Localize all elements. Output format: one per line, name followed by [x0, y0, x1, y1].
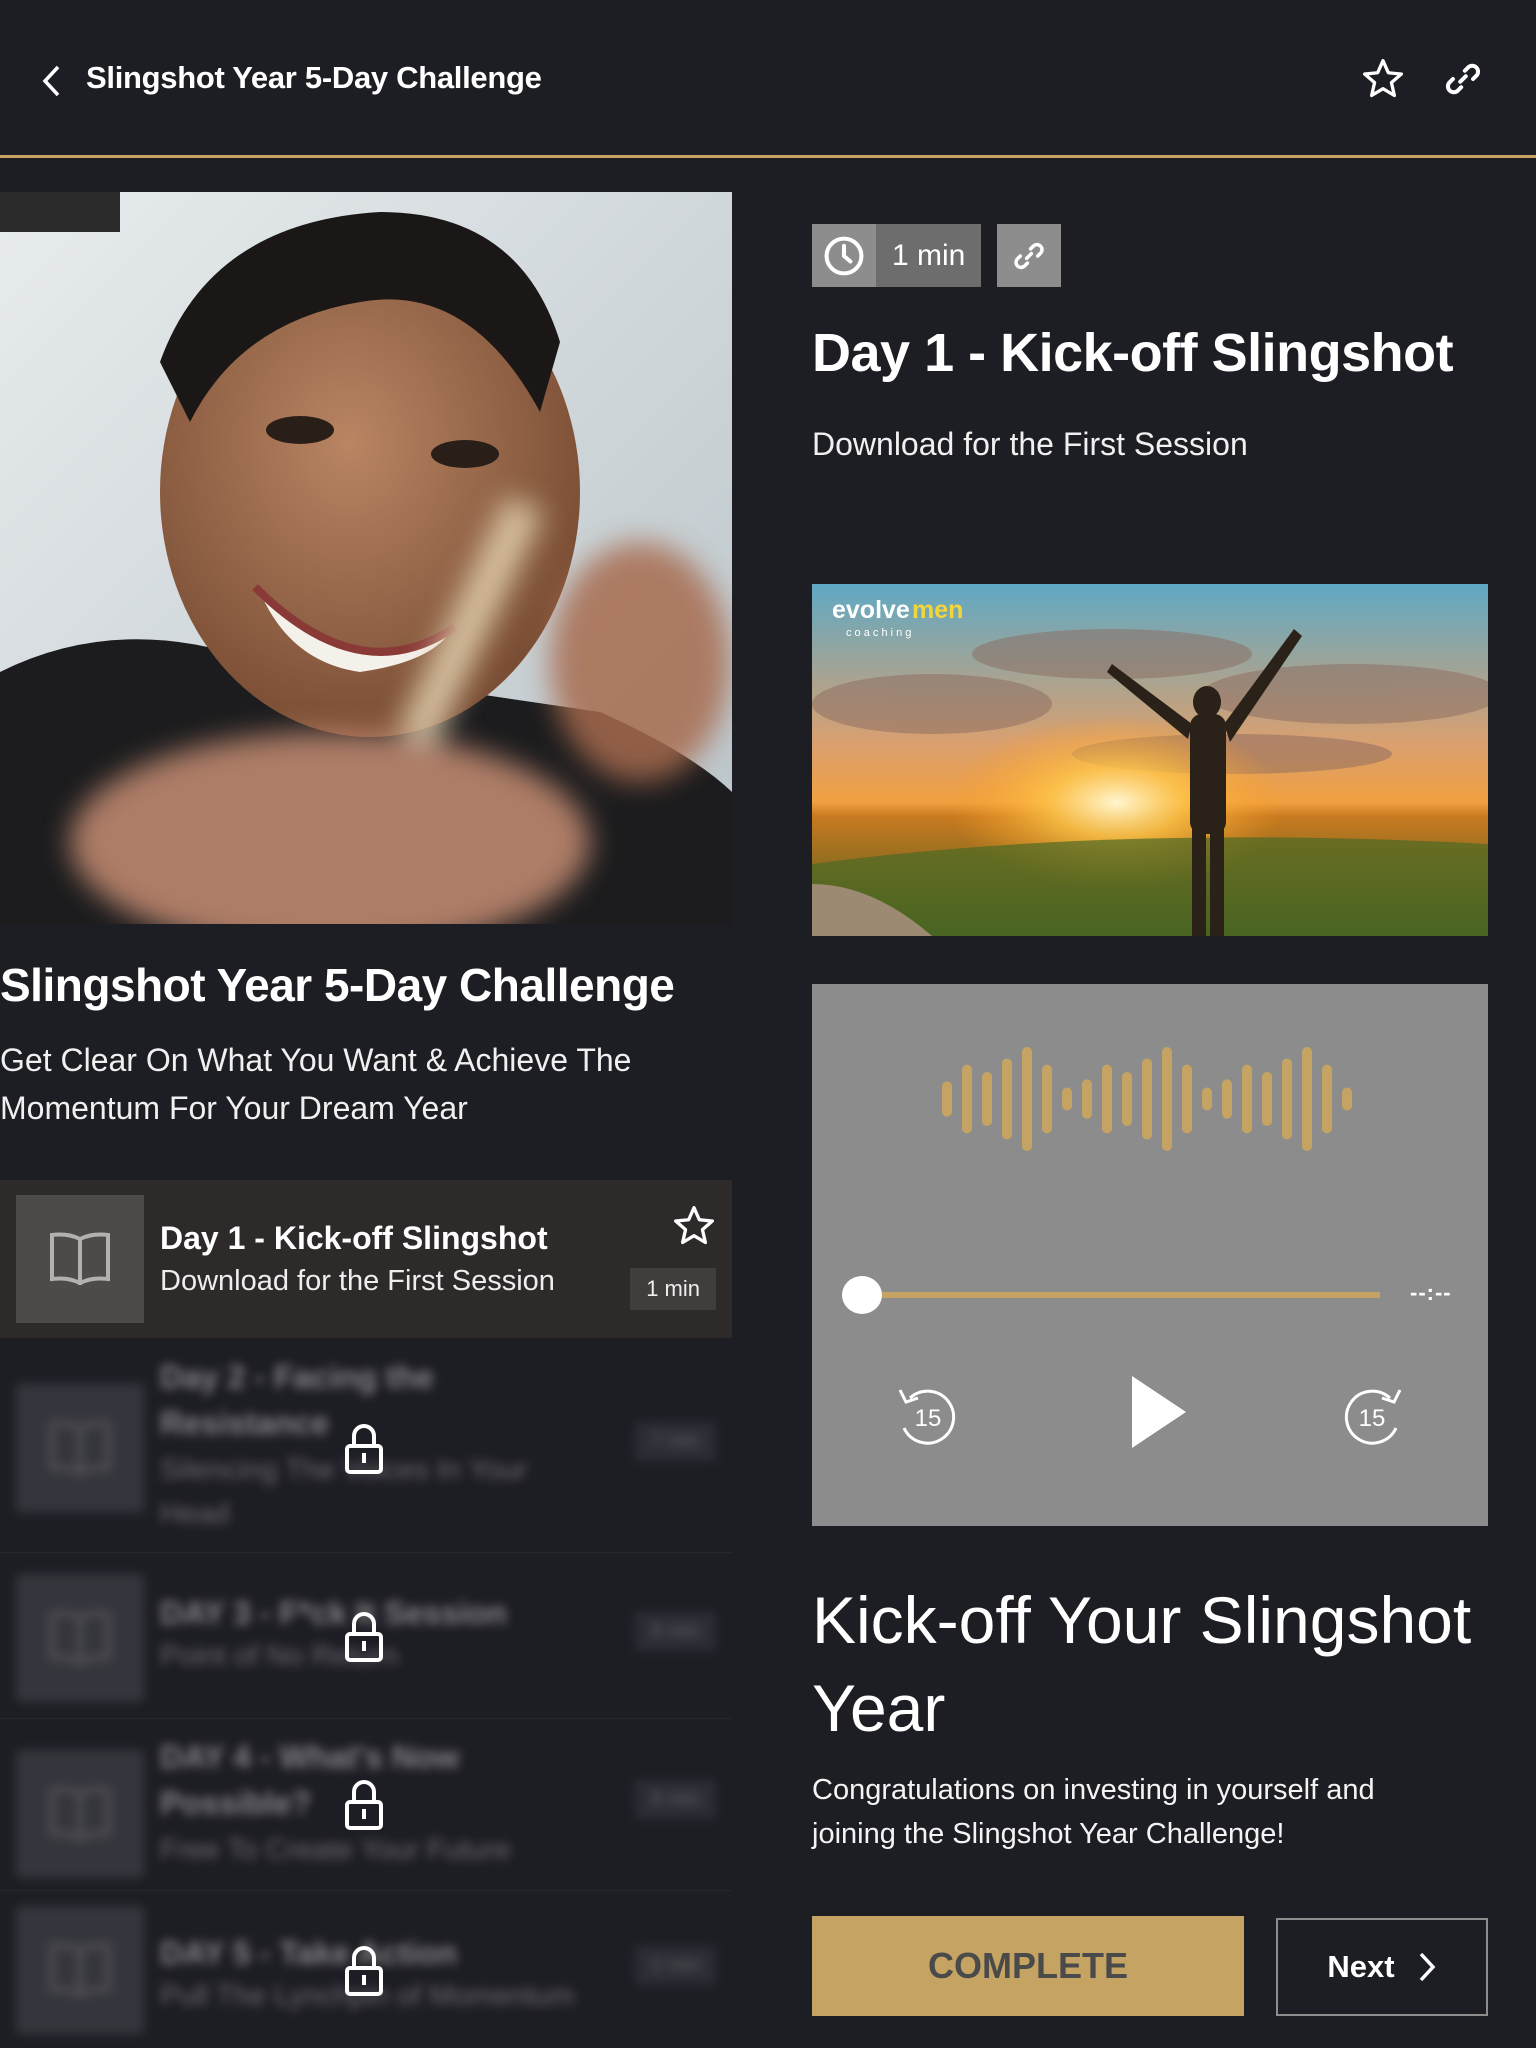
rewind-15-icon: 15	[898, 1389, 956, 1445]
waveform-bar	[1002, 1058, 1012, 1140]
star-outline-icon	[1363, 59, 1403, 98]
lesson-title: Day 1 - Kick-off Slingshot	[160, 1220, 548, 1256]
favorite-button[interactable]	[1360, 56, 1406, 102]
skip-back-seconds: 15	[915, 1405, 942, 1432]
course-cover-image	[0, 192, 732, 924]
lesson-item-locked[interactable]: Day 2 - Facing the Resistance Silencing …	[0, 1340, 732, 1552]
link-icon	[1445, 63, 1481, 95]
brand-tagline: c o a c h i n g	[846, 627, 911, 639]
share-link-button[interactable]	[1440, 56, 1486, 102]
duration-text: 1 min	[876, 224, 982, 287]
star-outline-icon	[674, 1206, 714, 1245]
next-button[interactable]: Next	[1276, 1918, 1488, 2016]
lesson-duration: 2 min	[635, 1946, 716, 1985]
course-cover-photo	[0, 192, 732, 924]
waveform-bar	[1082, 1079, 1092, 1119]
lesson-item-locked[interactable]: DAY 5 - Take Action Pull The Lynchpin of…	[0, 1892, 732, 2048]
waveform-bar	[1042, 1064, 1052, 1134]
waveform-bar	[1322, 1064, 1332, 1134]
favorite-lesson-button[interactable]	[672, 1204, 716, 1248]
progress-handle[interactable]	[842, 1276, 882, 1314]
brand-word2: men	[912, 596, 963, 624]
lesson-subtitle: Free To Create Your Future	[160, 1834, 511, 1866]
waveform-bar	[942, 1081, 952, 1117]
clock-icon	[824, 236, 864, 275]
copy-link-button[interactable]	[997, 224, 1062, 287]
waveform-bar	[1282, 1058, 1292, 1140]
waveform-bar	[1182, 1064, 1192, 1134]
back-button[interactable]	[36, 62, 66, 100]
lesson-heading: Day 1 - Kick-off Slingshot	[812, 323, 1454, 383]
lock-icon	[345, 1612, 383, 1662]
waveform-bar	[1242, 1064, 1252, 1134]
lesson-subheading: Download for the First Session	[812, 426, 1248, 462]
divider	[0, 1718, 732, 1719]
lesson-subtitle: Download for the First Session	[160, 1265, 555, 1297]
next-label: Next	[1327, 1949, 1395, 1984]
waveform-bar	[1342, 1087, 1352, 1111]
brand-word1: evolve	[832, 596, 910, 624]
lock-icon	[345, 1946, 383, 1996]
divider	[0, 1552, 732, 1553]
content-body: Congratulations on investing in yourself…	[812, 1774, 1375, 1850]
audio-player: --:-- 15 15	[812, 984, 1488, 1526]
lesson-item-locked[interactable]: DAY 3 - F*ck It Session Point of No Retu…	[0, 1554, 732, 1714]
header-title: Slingshot Year 5-Day Challenge	[86, 60, 542, 95]
duration-badge: 1 min	[812, 224, 982, 287]
play-button[interactable]	[1122, 1372, 1192, 1452]
lesson-duration: 7 min	[635, 1422, 716, 1461]
lock-icon	[345, 1780, 383, 1830]
sunset-photo: evolve men c o a c h i n g	[812, 584, 1488, 936]
skip-forward-seconds: 15	[1359, 1405, 1386, 1432]
lesson-item-locked[interactable]: DAY 4 - What's Now Possible? Free To Cre…	[0, 1720, 732, 1890]
skip-back-button[interactable]: 15	[892, 1380, 962, 1450]
waveform-bar	[1062, 1087, 1072, 1111]
waveform-bar	[1162, 1047, 1172, 1151]
forward-15-icon: 15	[1344, 1389, 1402, 1445]
waveform-bar	[1202, 1087, 1212, 1111]
lesson-duration: 8 min	[635, 1612, 716, 1651]
waveform-bar	[1262, 1071, 1272, 1127]
skip-forward-button[interactable]: 15	[1338, 1380, 1408, 1450]
waveform-bar	[1022, 1047, 1032, 1151]
waveform-bar	[1122, 1071, 1132, 1127]
course-subtitle: Get Clear On What You Want & Achieve The…	[0, 1042, 632, 1126]
progress-bar[interactable]	[862, 1292, 1380, 1298]
waveform-bar	[1142, 1058, 1152, 1140]
link-icon	[1014, 242, 1045, 269]
lesson-duration: 1 min	[630, 1268, 716, 1310]
play-icon	[1132, 1376, 1186, 1448]
waveform-bar	[1302, 1047, 1312, 1151]
lock-icon	[345, 1424, 383, 1474]
waveform-bar	[1222, 1079, 1232, 1119]
time-display: --:--	[1410, 1280, 1452, 1305]
waveform-bar	[1102, 1064, 1112, 1134]
lesson-meta: 1 min	[812, 224, 1062, 287]
waveform-bar	[962, 1064, 972, 1134]
chevron-right-icon	[1419, 1952, 1435, 1982]
divider	[0, 1890, 732, 1891]
chevron-left-icon	[42, 65, 60, 97]
top-bar: Slingshot Year 5-Day Challenge	[0, 0, 1536, 158]
book-icon	[50, 1232, 110, 1286]
waveform-graphic	[942, 1047, 1352, 1151]
lesson-duration: 8 min	[635, 1780, 716, 1819]
complete-button[interactable]: COMPLETE	[812, 1916, 1244, 2016]
waveform-bar	[982, 1071, 992, 1127]
content-heading: Kick-off Your Slingshot Year	[812, 1583, 1472, 1745]
course-title: Slingshot Year 5-Day Challenge	[0, 959, 675, 1011]
lesson-item-active[interactable]: Day 1 - Kick-off Slingshot Download for …	[0, 1180, 732, 1338]
lesson-thumbnail	[16, 1195, 144, 1323]
lesson-feature-image: evolve men c o a c h i n g	[812, 584, 1488, 936]
